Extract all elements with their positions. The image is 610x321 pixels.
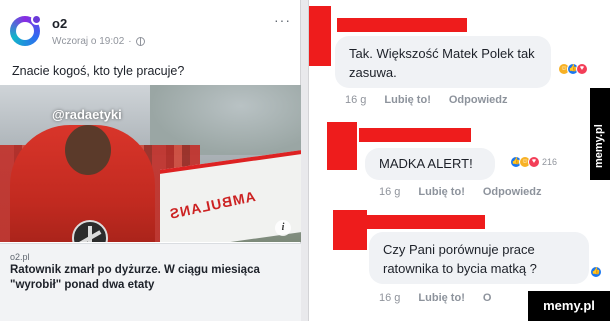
reply-link[interactable]: Odpowiedz: [483, 186, 542, 198]
comment-time[interactable]: 16 g: [379, 186, 400, 198]
like-icon: 👍: [590, 266, 602, 278]
avatar-badge-icon: [31, 14, 42, 25]
info-icon[interactable]: i: [275, 220, 291, 236]
photo-paramedic: [10, 125, 155, 242]
redaction-avatar: [309, 6, 331, 66]
comment-text: Tak. Większość Matek Polek tak zasuwa.: [349, 46, 535, 80]
comment-reactions[interactable]: ☺ 👍 ♥: [558, 63, 588, 75]
paramedic-head: [65, 125, 111, 175]
comment-actions: 16 g Lubię to! Odpowiedz: [379, 186, 542, 198]
separator-dot: ·: [128, 36, 132, 47]
reply-link[interactable]: Odpowiedz: [449, 94, 508, 106]
redaction-avatar: [333, 210, 367, 250]
reaction-count: 216: [542, 157, 558, 167]
comment-text: Czy Pani porównuje prace ratownika to by…: [383, 242, 537, 276]
like-link[interactable]: Lubię to!: [418, 186, 464, 198]
like-link[interactable]: Lubię to!: [418, 292, 464, 304]
comment-bubble: Czy Pani porównuje prace ratownika to by…: [369, 232, 589, 284]
link-domain: o2.pl: [10, 252, 30, 262]
side-watermark: memy.pl: [590, 88, 610, 180]
comments-panel: Tak. Większość Matek Polek tak zasuwa. ☺…: [308, 0, 610, 321]
love-icon: ♥: [528, 156, 540, 168]
photo-tag: @radaetyki: [52, 107, 122, 122]
redaction-username: [365, 215, 485, 229]
globe-icon: [135, 37, 145, 46]
reply-link[interactable]: O: [483, 292, 492, 304]
post-photo[interactable]: AMBULANS @radaetyki i: [0, 85, 301, 242]
more-options-icon[interactable]: ···: [274, 12, 291, 28]
post-text: Znacie kogoś, kto tyle pracuje?: [12, 64, 185, 78]
comment-bubble: MADKA ALERT!: [365, 148, 495, 180]
facebook-post: o2 Wczoraj o 19:02 · ··· Znacie kogoś, k…: [0, 0, 301, 321]
redaction-username: [337, 18, 467, 32]
redaction-avatar: [327, 122, 357, 170]
comment-actions: 16 g Lubię to! Odpowiedz: [345, 94, 508, 106]
corner-watermark: memy.pl: [528, 291, 610, 321]
comment-text: MADKA ALERT!: [379, 156, 473, 171]
side-watermark-text: memy.pl: [593, 124, 605, 168]
comment-reactions[interactable]: 👍 ☺ ♥ 216: [510, 156, 558, 168]
love-icon: ♥: [576, 63, 588, 75]
star-of-life-icon: [72, 220, 108, 242]
post-meta: Wczoraj o 19:02 ·: [52, 36, 145, 47]
meme-screenshot: o2 Wczoraj o 19:02 · ··· Znacie kogoś, k…: [0, 0, 610, 321]
comment-reactions[interactable]: 👍: [590, 266, 602, 278]
post-header: o2 Wczoraj o 19:02 · ···: [8, 12, 293, 52]
comment-bubble: Tak. Większość Matek Polek tak zasuwa.: [335, 36, 551, 88]
page-avatar[interactable]: [10, 14, 42, 46]
page-name[interactable]: o2: [52, 16, 67, 31]
link-title[interactable]: Ratownik zmarł po dyżurze. W ciągu miesi…: [10, 263, 290, 293]
redaction-username: [359, 128, 471, 142]
comment-time[interactable]: 16 g: [379, 292, 400, 304]
comment-time[interactable]: 16 g: [345, 94, 366, 106]
comment-actions: 16 g Lubię to! O: [379, 292, 491, 304]
post-timestamp[interactable]: Wczoraj o 19:02: [52, 36, 124, 47]
link-preview[interactable]: o2.pl Ratownik zmarł po dyżurze. W ciągu…: [0, 243, 301, 321]
like-link[interactable]: Lubię to!: [384, 94, 430, 106]
